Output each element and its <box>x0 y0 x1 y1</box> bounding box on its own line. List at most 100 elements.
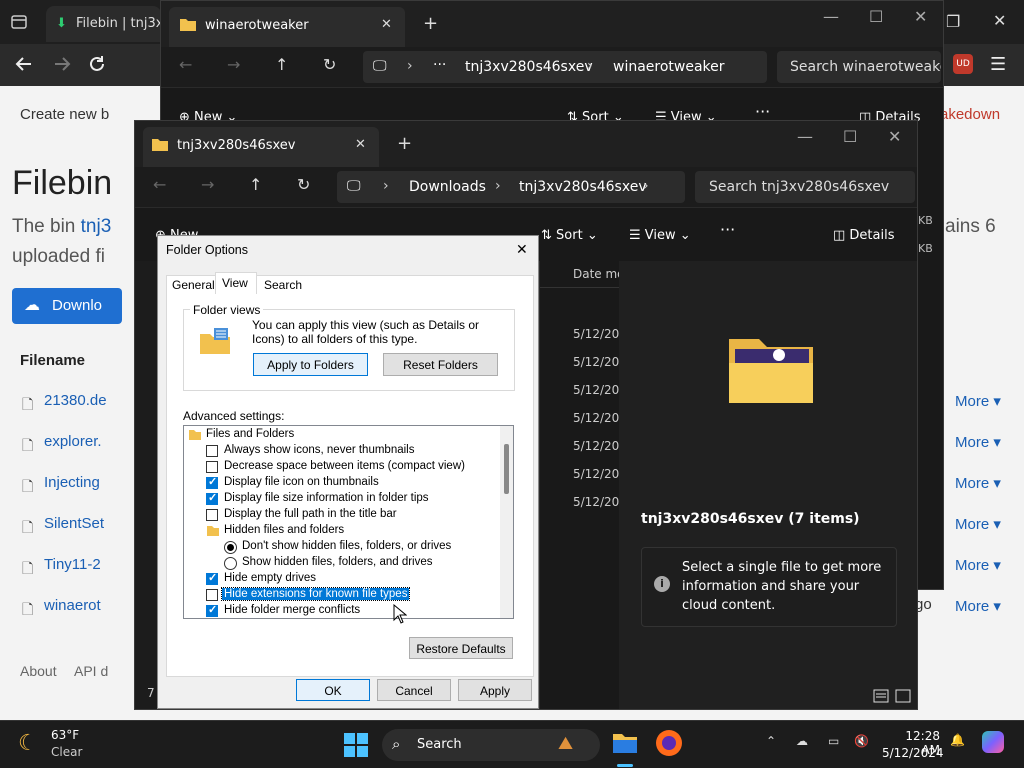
tab-close-icon[interactable]: ✕ <box>381 17 392 32</box>
nav-up-icon[interactable]: ↑ <box>275 55 288 74</box>
dialog-close-icon[interactable]: ✕ <box>516 241 528 258</box>
tray-chevron-up-icon[interactable]: ⌃ <box>766 734 776 748</box>
file-link[interactable]: Injecting <box>44 474 100 491</box>
tab-close-icon[interactable]: ✕ <box>355 137 366 152</box>
volume-muted-icon[interactable]: 🔇 <box>854 734 869 748</box>
more-dropdown-button[interactable]: More ▾ <box>955 556 1001 574</box>
setting-label[interactable]: Files and Folders <box>206 428 294 440</box>
setting-label[interactable]: Always show icons, never thumbnails <box>224 444 414 456</box>
weather-moon-icon[interactable]: ☾ <box>18 731 38 756</box>
breadcrumb-item[interactable]: winaerotweaker <box>613 59 725 75</box>
nav-refresh-icon[interactable]: ↻ <box>323 55 336 74</box>
search-input[interactable]: Search winaerotweaker <box>777 51 941 83</box>
file-link[interactable]: explorer. <box>44 433 102 450</box>
minimize-icon[interactable]: — <box>823 7 839 26</box>
bin-link[interactable]: tnj3 <box>81 216 112 237</box>
browser-tab-filebin[interactable]: ⬇ Filebin | tnj3xv2 <box>46 6 161 42</box>
setting-label[interactable]: Decrease space between items (compact vi… <box>224 460 465 472</box>
file-link[interactable]: Tiny11-2 <box>44 556 101 573</box>
details-button[interactable]: ◫ Details <box>833 228 895 243</box>
sort-button[interactable]: ⇅ Sort ⌄ <box>541 228 598 243</box>
restore-defaults-button[interactable]: Restore Defaults <box>409 637 513 659</box>
view-button[interactable]: ☰ View ⌄ <box>629 228 691 243</box>
download-button[interactable]: ☁ Downlo <box>12 288 122 324</box>
copilot-icon[interactable] <box>982 731 1004 753</box>
setting-checkbox[interactable] <box>206 571 218 585</box>
weather-desc[interactable]: Clear <box>51 745 82 759</box>
address-bar[interactable]: 🖵 › Downloads › tnj3xv280s46sxev › <box>337 171 685 203</box>
file-link[interactable]: 21380.de <box>44 392 107 409</box>
clock-date[interactable]: 5/12/2024 <box>882 746 944 760</box>
setting-label[interactable]: Don't show hidden files, folders, or dri… <box>242 540 451 552</box>
forward-arrow-icon[interactable] <box>52 54 72 74</box>
file-link[interactable]: SilentSet <box>44 515 104 532</box>
new-tab-plus-icon[interactable]: + <box>397 133 412 154</box>
apply-button[interactable]: Apply <box>458 679 532 701</box>
explorer-front-tab[interactable]: tnj3xv280s46sxev ✕ <box>143 127 379 167</box>
browser-restore-icon[interactable]: ❐ <box>946 12 960 31</box>
reload-icon[interactable] <box>87 54 107 74</box>
setting-checkbox[interactable] <box>206 475 218 489</box>
back-arrow-icon[interactable] <box>14 54 34 74</box>
takedown-link[interactable]: akedown <box>940 106 1000 123</box>
nav-back-icon[interactable]: ← <box>179 55 192 74</box>
setting-checkbox[interactable] <box>206 509 218 521</box>
more-path-icon[interactable]: ··· <box>433 57 446 73</box>
setting-label[interactable]: Show hidden files, folders, and drives <box>242 556 433 568</box>
more-dropdown-button[interactable]: More ▾ <box>955 597 1001 615</box>
setting-label[interactable]: Hide empty drives <box>224 572 316 584</box>
setting-label[interactable]: Display file size information in folder … <box>224 492 429 504</box>
footer-api-link[interactable]: API d <box>74 663 108 679</box>
setting-label[interactable]: Display file icon on thumbnails <box>224 476 379 488</box>
footer-about-link[interactable]: About <box>20 663 57 679</box>
more-dropdown-button[interactable]: More ▾ <box>955 392 1001 410</box>
onedrive-offline-icon[interactable]: ☁ <box>796 734 808 748</box>
close-window-icon[interactable]: ✕ <box>888 127 901 146</box>
advanced-settings-tree[interactable]: Files and Folders Always show icons, neve… <box>183 425 514 619</box>
setting-radio[interactable] <box>224 541 237 554</box>
nav-refresh-icon[interactable]: ↻ <box>297 175 310 194</box>
nav-forward-icon[interactable]: → <box>201 175 214 194</box>
close-window-icon[interactable]: ✕ <box>914 7 927 26</box>
date-modified-header[interactable]: Date mo <box>573 267 625 281</box>
setting-checkbox[interactable] <box>206 603 218 617</box>
more-dropdown-button[interactable]: More ▾ <box>955 474 1001 492</box>
scrollbar-thumb[interactable] <box>504 444 509 494</box>
breadcrumb-item[interactable]: tnj3xv280s46sxev <box>519 179 647 195</box>
file-link[interactable]: winaerot <box>44 597 101 614</box>
setting-checkbox[interactable] <box>206 589 218 601</box>
nav-up-icon[interactable]: ↑ <box>249 175 262 194</box>
setting-checkbox[interactable] <box>206 461 218 473</box>
display-icon[interactable]: ▭ <box>828 734 839 748</box>
address-bar[interactable]: 🖵 › ··· tnj3xv280s46sxev › winaerotweake… <box>363 51 767 83</box>
setting-label[interactable]: Hide extensions for known file types <box>220 587 411 601</box>
apply-to-folders-button[interactable]: Apply to Folders <box>253 353 368 376</box>
breadcrumb-item[interactable]: Downloads <box>409 179 486 195</box>
tab-general[interactable]: General <box>172 278 215 292</box>
nav-back-icon[interactable]: ← <box>153 175 166 194</box>
maximize-icon[interactable]: ☐ <box>869 7 883 26</box>
setting-checkbox[interactable] <box>206 491 218 505</box>
tree-scrollbar[interactable] <box>500 426 513 618</box>
maximize-icon[interactable]: ☐ <box>843 127 857 146</box>
reset-folders-button[interactable]: Reset Folders <box>383 353 498 376</box>
more-options-icon[interactable]: ··· <box>755 102 770 121</box>
file-explorer-taskbar-icon[interactable] <box>612 731 638 755</box>
ublock-extension-icon[interactable]: UD <box>953 54 973 74</box>
setting-label[interactable]: Display the full path in the title bar <box>224 508 397 520</box>
setting-radio[interactable] <box>224 557 237 570</box>
minimize-icon[interactable]: — <box>797 127 813 146</box>
breadcrumb-item[interactable]: tnj3xv280s46sxev <box>465 59 593 75</box>
new-tab-plus-icon[interactable]: + <box>423 13 438 34</box>
taskbar-search-box[interactable]: ⌕ Search ⛰ <box>382 729 600 761</box>
menu-hamburger-icon[interactable]: ☰ <box>990 54 1006 75</box>
firefox-taskbar-icon[interactable] <box>656 730 682 756</box>
tab-view[interactable]: View <box>215 272 257 294</box>
create-new-bin-link[interactable]: Create new b <box>20 106 109 123</box>
more-dropdown-button[interactable]: More ▾ <box>955 433 1001 451</box>
search-input[interactable]: Search tnj3xv280s46sxev <box>695 171 915 203</box>
explorer-back-tab[interactable]: winaerotweaker ✕ <box>169 7 405 47</box>
more-dropdown-button[interactable]: More ▾ <box>955 515 1001 533</box>
setting-checkbox[interactable] <box>206 445 218 457</box>
setting-label[interactable]: Hidden files and folders <box>224 524 344 536</box>
